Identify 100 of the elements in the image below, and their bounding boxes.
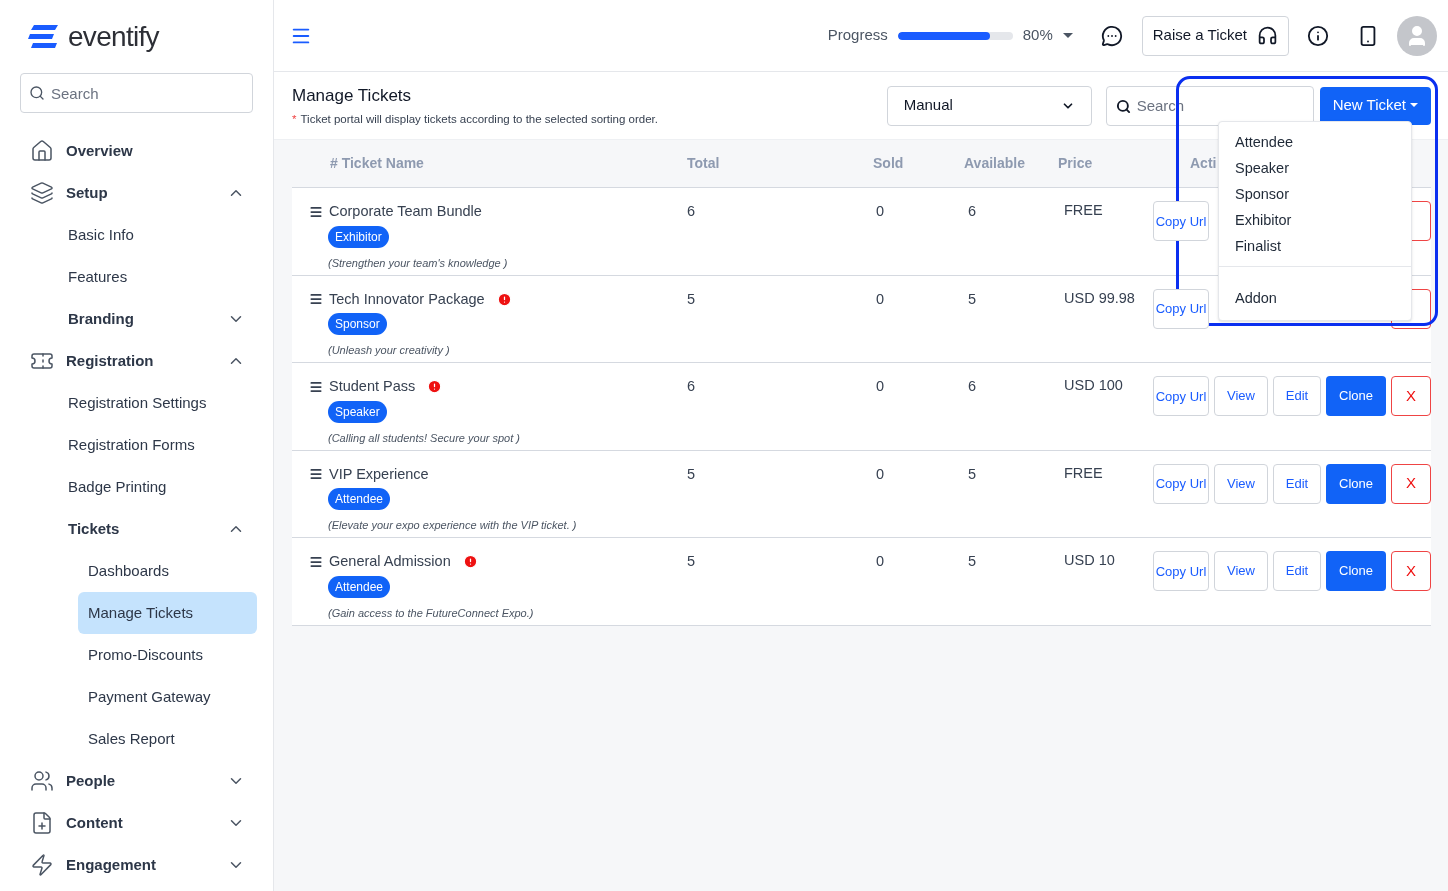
- edit-button[interactable]: Edit: [1273, 551, 1321, 591]
- price-cell-text: FREE: [1063, 201, 1104, 220]
- delete-button[interactable]: X: [1391, 551, 1431, 591]
- column-header: Total: [687, 154, 721, 173]
- sidebar-item[interactable]: Promo-Discounts: [88, 634, 245, 676]
- sidebar-item[interactable]: Payment Gateway: [88, 676, 245, 718]
- caret-icon[interactable]: [1062, 32, 1073, 39]
- price-cell-text: USD 10: [1063, 551, 1116, 570]
- total-cell-text: 5: [687, 464, 697, 482]
- delete-button[interactable]: X: [1391, 376, 1431, 416]
- copy-url-button[interactable]: Copy Url: [1153, 551, 1209, 591]
- clone-button[interactable]: Clone: [1326, 463, 1386, 504]
- edit-button[interactable]: Edit: [1273, 376, 1321, 416]
- total-cell-text: 6: [687, 202, 697, 219]
- sidebar-item[interactable]: Overview: [30, 130, 245, 172]
- ticket-description: (Gain access to the FutureConnect Expo.): [328, 605, 535, 621]
- sidebar-item[interactable]: Registration Forms: [68, 424, 245, 466]
- new-ticket-button[interactable]: New Ticket: [1319, 86, 1431, 125]
- delete-button[interactable]: X: [1391, 463, 1431, 504]
- logo-icon: [28, 23, 60, 50]
- price-cell-text: USD 99.98: [1063, 288, 1136, 308]
- sidebar-item[interactable]: Registration: [30, 340, 245, 382]
- view-button[interactable]: View: [1214, 376, 1268, 416]
- sidebar-item[interactable]: Badge Printing: [68, 466, 245, 508]
- ticket-type-tag: Attendee: [328, 488, 391, 511]
- sort-select[interactable]: Manual: [886, 85, 1092, 126]
- brand-name: eventify: [68, 19, 159, 54]
- sidebar-item[interactable]: Dashboards: [88, 550, 245, 592]
- sidebar-item[interactable]: Registration Settings: [68, 382, 245, 424]
- available-cell-text: 6: [967, 377, 978, 394]
- available-cell-text: 5: [967, 552, 978, 569]
- ticket-description: (Unleash your creativity ): [328, 343, 451, 359]
- caret-icon: [1410, 103, 1418, 108]
- ticket-description: (Strengthen your team's knowledge ): [328, 255, 509, 271]
- search-field[interactable]: Search: [20, 73, 253, 113]
- copy-url-button[interactable]: Copy Url: [1153, 288, 1209, 329]
- raise-ticket-button[interactable]: Raise a Ticket: [1141, 15, 1289, 56]
- sidebar-item[interactable]: Tickets: [68, 508, 245, 550]
- menu-item[interactable]: Attendee: [1219, 130, 1411, 156]
- sidebar-item[interactable]: Setup: [30, 172, 245, 214]
- sold-cell-text: 0: [875, 552, 886, 569]
- drag-handle-icon[interactable]: [309, 554, 323, 569]
- ticket-type-tag: Speaker: [328, 400, 387, 423]
- sidebar-item[interactable]: Content: [30, 802, 245, 844]
- drag-handle-icon[interactable]: [309, 204, 323, 219]
- layers-icon: [30, 181, 54, 205]
- view-button[interactable]: View: [1214, 551, 1268, 591]
- clone-button[interactable]: Clone: [1326, 376, 1386, 416]
- edit-button[interactable]: Edit: [1273, 463, 1321, 504]
- available-cell-text: 5: [967, 464, 978, 482]
- menu-item[interactable]: Addon: [1219, 286, 1411, 312]
- price-cell-text: FREE: [1063, 463, 1104, 483]
- people-icon: [30, 769, 54, 793]
- sidebar-item[interactable]: Manage Tickets: [78, 592, 257, 634]
- drag-handle-icon[interactable]: [309, 292, 323, 307]
- document-plus-icon: [30, 811, 54, 835]
- menu-item[interactable]: Finalist: [1219, 234, 1411, 260]
- lightning-icon: [30, 853, 54, 877]
- chat-icon[interactable]: [1100, 24, 1123, 47]
- ticket-name: General Admission: [329, 552, 451, 571]
- ticket-name: Student Pass: [329, 377, 416, 396]
- progress-reading: 80%: [1022, 25, 1053, 46]
- ticket-name: Corporate Team Bundle: [329, 202, 482, 221]
- sold-cell-text: 0: [875, 289, 886, 307]
- ticket-description: (Calling all students! Secure your spot ): [328, 430, 521, 446]
- sold-cell-text: 0: [875, 202, 886, 219]
- column-header: Available: [964, 154, 1026, 173]
- sold-cell-text: 0: [875, 464, 886, 482]
- price-cell-text: USD 100: [1063, 376, 1124, 395]
- progress-label: Progress: [827, 25, 888, 46]
- total-cell-text: 6: [687, 377, 697, 394]
- ticket-name: VIP Experience: [329, 464, 429, 484]
- drag-handle-icon[interactable]: [309, 467, 323, 482]
- headphones-icon: [1257, 25, 1278, 46]
- ticket-type-tag: Sponsor: [328, 313, 387, 336]
- view-button[interactable]: View: [1214, 463, 1268, 504]
- column-header: Price: [1058, 154, 1094, 173]
- copy-url-button[interactable]: Copy Url: [1153, 463, 1209, 504]
- column-header: Sold: [873, 154, 905, 173]
- sidebar-item[interactable]: Engagement: [30, 844, 245, 886]
- drag-handle-icon[interactable]: [309, 379, 323, 394]
- menu-item[interactable]: Speaker: [1219, 156, 1411, 182]
- clone-button[interactable]: Clone: [1326, 551, 1386, 591]
- copy-url-button[interactable]: Copy Url: [1153, 201, 1209, 241]
- sidebar-item[interactable]: Sales Report: [88, 718, 245, 760]
- required-mark: *: [292, 111, 297, 127]
- ticket-name: Tech Innovator Package: [329, 289, 485, 309]
- house-icon: [30, 139, 54, 163]
- sidebar-item[interactable]: Features: [68, 256, 245, 298]
- info-icon[interactable]: [1307, 24, 1329, 47]
- sidebar-item[interactable]: Basic Info: [68, 214, 245, 256]
- column-header: # Ticket Name: [330, 154, 425, 173]
- menu-item[interactable]: Exhibitor: [1219, 208, 1411, 234]
- menu-item[interactable]: Sponsor: [1219, 182, 1411, 208]
- total-cell-text: 5: [687, 289, 697, 307]
- copy-url-button[interactable]: Copy Url: [1153, 376, 1209, 416]
- sold-cell-text: 0: [875, 377, 886, 394]
- sidebar-item[interactable]: Branding: [68, 298, 245, 340]
- sidebar-item[interactable]: People: [30, 760, 245, 802]
- sort-note: Ticket portal will display tickets according to the selected sorting order.: [300, 111, 658, 127]
